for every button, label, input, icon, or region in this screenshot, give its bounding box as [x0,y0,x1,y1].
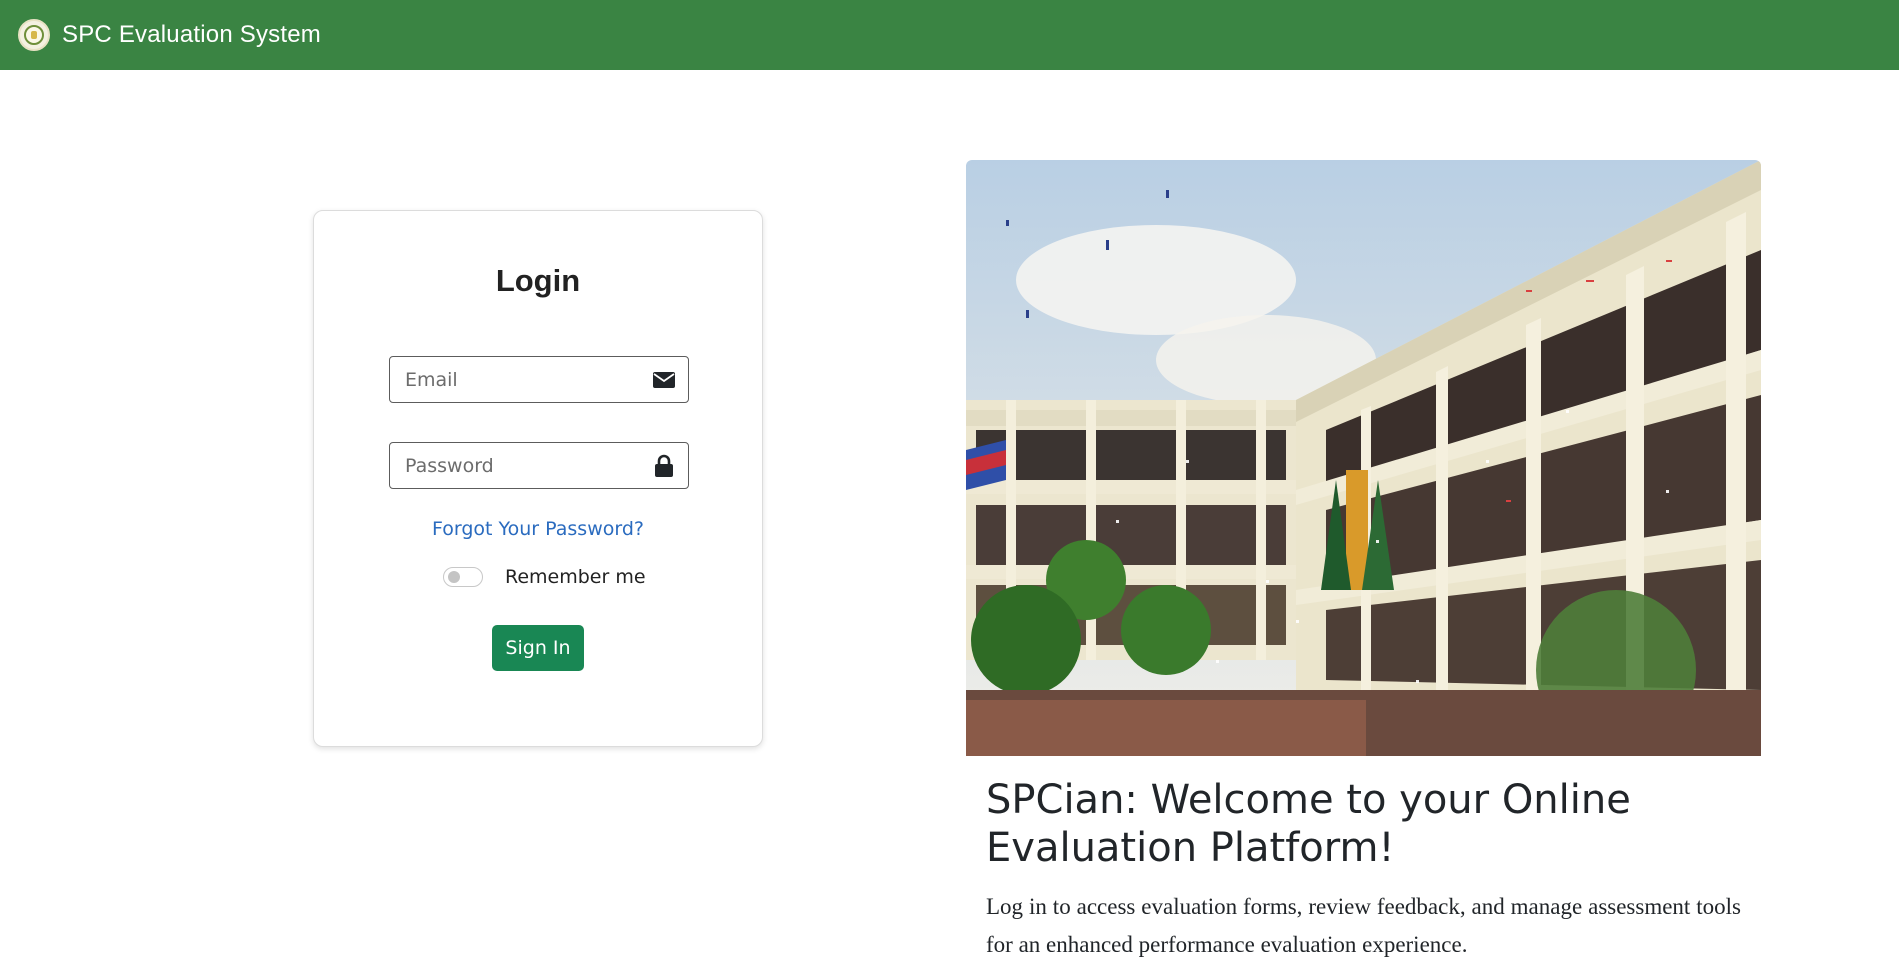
welcome-description: Log in to access evaluation forms, revie… [986,894,1741,957]
school-seal-logo[interactable] [18,19,50,51]
password-input[interactable] [390,443,688,488]
top-navbar: SPC Evaluation System [0,0,1899,70]
lock-icon [652,454,676,478]
password-field[interactable] [389,442,689,489]
email-input[interactable] [390,357,688,402]
login-card: Login Forgot Your Password? Remember me … [313,210,763,747]
sign-in-button[interactable]: Sign In [492,625,584,671]
welcome-title: SPCian: Welcome to your Online Evaluatio… [986,777,1631,871]
remember-me-row: Remember me [443,566,646,588]
campus-building-celebration-photo [966,160,1761,756]
remember-me-toggle[interactable] [443,567,483,587]
remember-me-label[interactable]: Remember me [505,566,646,588]
login-title: Login [495,263,581,298]
envelope-icon [652,368,676,392]
forgot-password-link[interactable]: Forgot Your Password? [314,518,762,540]
toggle-knob [448,571,460,583]
app-brand-title[interactable]: SPC Evaluation System [62,21,321,49]
email-field[interactable] [389,356,689,403]
